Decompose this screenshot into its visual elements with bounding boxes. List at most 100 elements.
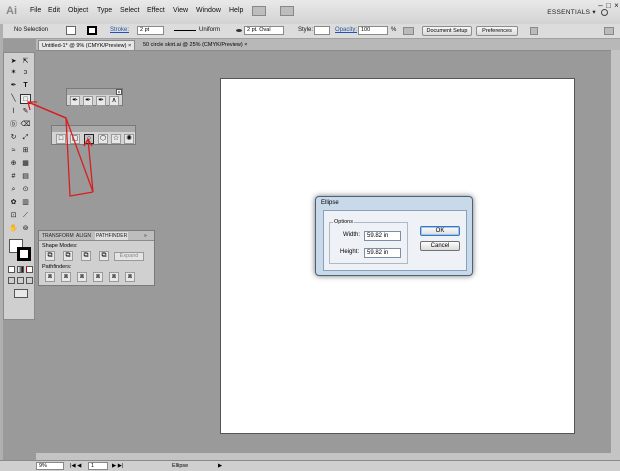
flyout-close-icon[interactable]: × [116,89,122,96]
crop-icon[interactable]: ⧈ [93,272,103,282]
menu-object[interactable]: Object [68,7,88,14]
direct-selection-tool-icon[interactable]: ⇱ [20,57,31,67]
none-mode-icon[interactable] [26,266,33,273]
menu-effect[interactable]: Effect [147,7,165,14]
minus-back-icon[interactable]: ⧈ [125,272,135,282]
pencil-tool-icon[interactable]: ✎ [20,107,31,117]
graphic-style-swatch[interactable] [314,26,330,35]
polygon-tool-icon[interactable]: ⬡ [98,134,108,144]
minus-front-icon[interactable]: ⧉ [63,251,73,261]
menu-select[interactable]: Select [120,7,139,14]
recolor-artwork-icon[interactable] [403,27,414,35]
rectangle-tool-icon[interactable]: □ [20,94,31,104]
ok-button[interactable]: OK [420,226,460,236]
status-menu-icon[interactable]: ▶ [218,463,222,469]
tab-close-icon[interactable]: × [244,42,247,48]
free-transform-tool-icon[interactable]: ⊞ [20,146,31,156]
blend-tool-icon[interactable]: ⊙ [20,185,31,195]
pen-tool-icon[interactable]: ✒ [70,96,80,106]
slice-tool-icon[interactable]: ⟋ [20,211,31,221]
line-tool-icon[interactable]: ╲ [8,94,19,104]
opacity-input[interactable]: 100 [358,26,388,35]
ellipse-tool-icon[interactable]: ○ [84,134,94,144]
tab-align[interactable]: ALIGN [75,232,92,240]
draw-behind-icon[interactable] [17,277,24,284]
eyedropper-tool-icon[interactable]: ⌕ [8,185,19,195]
symbol-sprayer-tool-icon[interactable]: ✿ [8,198,19,208]
panel-collapse-icon[interactable]: » [143,232,148,240]
tab-circle-skirt[interactable]: 50 circle skirt.ai @ 25% (CMYK/Preview) … [140,40,250,50]
lasso-tool-icon[interactable]: ↄ [20,68,31,78]
prev-artboard-icon[interactable]: |◀ ◀ [70,463,81,469]
horizontal-scrollbar[interactable] [36,453,620,460]
zoom-tool-icon[interactable]: ⊚ [20,224,31,234]
fill-swatch[interactable] [66,26,76,35]
paintbrush-tool-icon[interactable]: ⌇ [8,107,19,117]
unite-icon[interactable]: ⧉ [45,251,55,261]
intersect-icon[interactable]: ⧉ [81,251,91,261]
rectangle-tool-icon[interactable]: □ [56,134,66,144]
tab-transform[interactable]: TRANSFORM [41,232,75,240]
perspective-grid-tool-icon[interactable]: ▦ [20,159,31,169]
star-tool-icon[interactable]: ☆ [111,134,121,144]
tab-untitled[interactable]: Untitled-1* @ 9% (CMYK/Preview) × [38,40,136,50]
color-mode-icon[interactable] [8,266,15,273]
workspace-switcher[interactable]: ESSENTIALS ▾ [547,8,596,16]
preferences-button[interactable]: Preferences [476,26,518,36]
hand-tool-icon[interactable]: ✋ [8,224,19,234]
width-input[interactable]: 59.82 in [364,231,401,241]
outline-icon[interactable]: ⧈ [109,272,119,282]
selection-tool-icon[interactable]: ➤ [8,57,19,67]
rotate-tool-icon[interactable]: ↻ [8,133,19,143]
expand-button[interactable]: Expand [114,252,144,261]
stroke-label[interactable]: Stroke: [110,27,129,33]
blob-brush-tool-icon[interactable]: ⓑ [8,120,19,130]
stroke-profile-select[interactable]: Uniform [199,27,220,33]
rounded-rectangle-tool-icon[interactable]: ▢ [70,134,80,144]
stroke-swatch[interactable] [87,26,97,35]
column-graph-tool-icon[interactable]: ▥ [20,198,31,208]
warp-tool-icon[interactable]: ≈ [8,146,19,156]
brush-select[interactable]: 2 pt. Oval [244,26,284,35]
close-icon[interactable]: × [612,1,620,10]
panel-menu-icon[interactable] [604,27,614,35]
gradient-mode-icon[interactable] [17,266,24,273]
exclude-icon[interactable]: ⧉ [99,251,109,261]
height-input[interactable]: 59.82 in [364,248,401,258]
pen-tool-icon[interactable]: ✒ [8,81,19,91]
next-artboard-icon[interactable]: ▶ ▶| [112,463,123,469]
draw-inside-icon[interactable] [26,277,33,284]
tab-close-icon[interactable]: × [128,43,131,49]
bridge-icon[interactable] [252,6,266,16]
eraser-tool-icon[interactable]: ⌫ [20,120,31,130]
draw-normal-icon[interactable] [8,277,15,284]
shape-builder-tool-icon[interactable]: ⊕ [8,159,19,169]
menu-file[interactable]: File [30,7,41,14]
delete-anchor-point-tool-icon[interactable]: ✒ [96,96,106,106]
add-anchor-point-tool-icon[interactable]: ✒ [83,96,93,106]
type-tool-icon[interactable]: T [20,81,31,91]
vertical-scrollbar[interactable] [611,50,620,453]
menu-view[interactable]: View [173,7,188,14]
opacity-label[interactable]: Opacity: [335,27,357,33]
mesh-tool-icon[interactable]: # [8,172,19,182]
menu-help[interactable]: Help [229,7,243,14]
trim-icon[interactable]: ⧈ [61,272,71,282]
flare-tool-icon[interactable]: ✺ [124,134,134,144]
gradient-tool-icon[interactable]: ▤ [20,172,31,182]
document-setup-button[interactable]: Document Setup [422,26,472,36]
cancel-button[interactable]: Cancel [420,241,460,251]
menu-type[interactable]: Type [97,7,112,14]
search-icon[interactable] [601,9,608,16]
stroke-color-swatch[interactable] [17,247,31,261]
arrange-documents-icon[interactable] [280,6,294,16]
tab-pathfinder[interactable]: PATHFINDER [95,232,129,240]
scale-tool-icon[interactable]: ⤢ [20,133,31,143]
menu-edit[interactable]: Edit [48,7,60,14]
screen-mode-icon[interactable] [14,289,28,298]
convert-anchor-point-tool-icon[interactable]: ∧ [109,96,119,106]
isolate-icon[interactable] [530,27,538,35]
divide-icon[interactable]: ⧈ [45,272,55,282]
menu-window[interactable]: Window [196,7,221,14]
merge-icon[interactable]: ⧈ [77,272,87,282]
